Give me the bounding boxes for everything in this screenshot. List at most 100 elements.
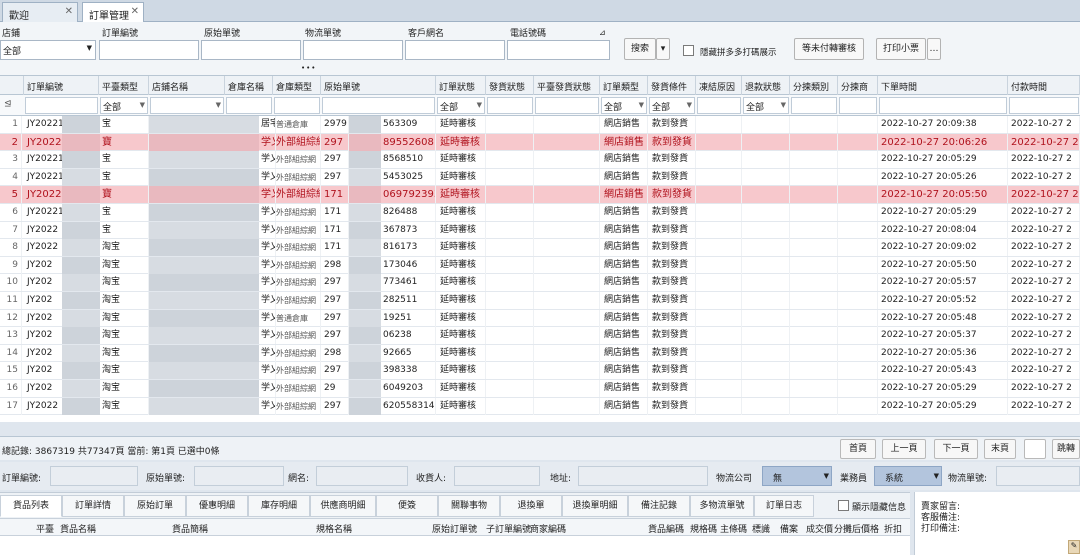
goods-column-header[interactable]: 折扣 [884, 522, 902, 535]
detail-tab[interactable]: 關聯事物 [438, 495, 500, 517]
goods-column-header[interactable]: 商家編碼 [530, 522, 566, 535]
filter-refund-status[interactable]: 全部 ▼ [743, 97, 789, 114]
goods-column-header[interactable]: 主條碼 [720, 522, 747, 535]
table-row[interactable]: 2JY20221寶学乂外部組綜網29789552608延時審核網店銷售款到發貨2… [0, 133, 1080, 152]
filter-warehouse-type[interactable] [274, 97, 320, 114]
detail-tab[interactable]: 便簽 [376, 495, 438, 517]
filter-sort-category[interactable] [791, 97, 837, 114]
table-row[interactable]: 6JY20221宝学乂外部組綜網171826488延時審核網店銷售款到發貨202… [0, 203, 1080, 222]
pending-audit-button[interactable]: 等未付轉審核 [794, 38, 864, 60]
goods-column-header[interactable]: 標識 [752, 522, 770, 535]
detail-tab[interactable]: 優惠明細 [186, 495, 248, 517]
col-refund-status[interactable]: 退款狀態 [742, 76, 790, 95]
order-no-input[interactable] [99, 40, 199, 60]
col-platform[interactable]: 平臺類型 [99, 76, 149, 95]
logistics-company-select[interactable]: 無 ▼ [762, 466, 832, 486]
origin-no-input[interactable] [201, 40, 301, 60]
detail-tab[interactable]: 退換單 [500, 495, 562, 517]
filter-origin-no[interactable] [322, 97, 435, 114]
goods-column-header[interactable]: 貨品簡稱 [172, 522, 208, 535]
goods-column-header[interactable]: 貨品名稱 [60, 522, 96, 535]
print-receipt-button[interactable]: 打印小票 [876, 38, 926, 60]
detail-tab[interactable]: 訂單詳情 [62, 495, 124, 517]
store-select[interactable]: 全部 ▼ [0, 40, 96, 60]
table-row[interactable]: 16JY202淘宝学乂外部組綜網296049203延時審核網店銷售款到發貨202… [0, 379, 1080, 398]
col-pay-time[interactable]: 付款時間 [1008, 76, 1080, 95]
more-button[interactable]: … [927, 38, 941, 60]
tab-order-management[interactable]: 訂單管理 ✕ [82, 2, 144, 22]
table-row[interactable]: 17JY2022淘宝学乂外部組綜網297620558314延時審核網店銷售款到發… [0, 397, 1080, 416]
table-row[interactable]: 1JY202210宝居宅普通倉庫2979563309延時審核網店銷售款到發貨20… [0, 116, 1080, 134]
detail-tab[interactable]: 供應商明細 [310, 495, 376, 517]
filter-order-time[interactable] [879, 97, 1007, 114]
goods-column-header[interactable]: 成交價 [806, 522, 833, 535]
detail-receiver-field[interactable] [454, 466, 540, 486]
table-row[interactable]: 10JY202淘宝学乂外部組綜網297773461延時審核網店銷售款到發貨202… [0, 274, 1080, 292]
filter-pay-time[interactable] [1009, 97, 1079, 114]
close-icon[interactable]: ✕ [65, 6, 73, 17]
first-page-button[interactable]: 首頁 [840, 439, 876, 459]
col-freeze-reason[interactable]: 凍結原因 [696, 76, 742, 95]
table-row[interactable]: 11JY202淘宝学乂外部組綜網297282511延時審核網店銷售款到發貨202… [0, 291, 1080, 310]
goods-column-header[interactable]: 規格名稱 [316, 522, 352, 535]
filter-sorter[interactable] [839, 97, 877, 114]
col-order-type[interactable]: 訂單類型 [600, 76, 648, 95]
filter-store[interactable]: ▼ [150, 97, 224, 114]
search-dropdown-button[interactable]: ▾ [656, 38, 670, 60]
show-remark-checkbox[interactable] [838, 500, 849, 511]
close-icon[interactable]: ✕ [131, 6, 139, 17]
table-row[interactable]: 5JY20221寶学乂外部組綜網171069792393延時審核網店銷售款到發貨… [0, 186, 1080, 204]
table-row[interactable]: 3JY20221宝学乂外部組綜網2978568510延時審核網店銷售款到發貨20… [0, 151, 1080, 169]
goto-page-button[interactable]: 跳轉 [1052, 439, 1080, 459]
filter-warehouse[interactable] [226, 97, 272, 114]
table-row[interactable]: 12JY202淘宝学乂普通倉庫29719251延時審核網店銷售款到發貨2022-… [0, 309, 1080, 328]
goods-column-header[interactable]: 分攤后價格 [834, 522, 879, 535]
goods-column-header[interactable]: 原始訂單號 [432, 522, 477, 535]
col-origin-no[interactable]: 原始單號 [321, 76, 436, 95]
detail-tab[interactable]: 多物流單號 [690, 495, 754, 517]
detail-logistics-no-field[interactable] [996, 466, 1080, 486]
filter-order-type[interactable]: 全部 ▼ [601, 97, 647, 114]
goods-column-header[interactable]: 子訂單編號 [486, 522, 531, 535]
table-row[interactable]: 14JY202淘宝学乂外部組綜網29892665延時審核網店銷售款到發貨2022… [0, 344, 1080, 363]
table-row[interactable]: 8JY2022淘宝学乂外部組綜網171816173延時審核網店銷售款到發貨202… [0, 239, 1080, 257]
col-order-time[interactable]: 下單時間 [878, 76, 1008, 95]
merge-checkbox[interactable] [683, 45, 694, 56]
customer-input[interactable] [405, 40, 505, 60]
goods-column-header[interactable]: 規格碼 [690, 522, 717, 535]
tab-welcome[interactable]: 歡迎 ✕ [2, 2, 78, 22]
col-sort-category[interactable]: 分揀類別 [790, 76, 838, 95]
table-row[interactable]: 7JY2022宝学乂外部組綜網171367873延時審核網店銷售款到發貨2022… [0, 221, 1080, 240]
filter-order-no[interactable] [25, 97, 98, 114]
col-warehouse[interactable]: 倉庫名稱 [225, 76, 273, 95]
page-number-input[interactable] [1024, 439, 1046, 459]
last-page-button[interactable]: 末頁 [984, 439, 1016, 459]
collapse-grip[interactable]: ••• [301, 64, 316, 72]
filter-platform-ship-status[interactable] [535, 97, 599, 114]
filter-freeze-reason[interactable] [697, 97, 741, 114]
col-store[interactable]: 店鋪名稱 [149, 76, 225, 95]
detail-tab[interactable]: 備注記錄 [628, 495, 690, 517]
table-row[interactable]: 4JY20221宝学乂外部組綜網2975453025延時審核網店銷售款到發貨20… [0, 168, 1080, 187]
filter-ship-status[interactable] [487, 97, 533, 114]
detail-tab[interactable]: 退換單明細 [562, 495, 628, 517]
clerk-select[interactable]: 系統 ▼ [874, 466, 942, 486]
goods-column-header[interactable]: 備案 [780, 522, 798, 535]
detail-tab[interactable]: 原始訂單 [124, 495, 186, 517]
detail-tab[interactable]: 貨品列表 [0, 495, 62, 517]
col-platform-ship-status[interactable]: 平臺發貨狀態 [534, 76, 600, 95]
logistics-no-input[interactable] [303, 40, 403, 60]
table-row[interactable]: 9JY202淘宝学乂外部組綜網298173046延時審核網店銷售款到發貨2022… [0, 256, 1080, 275]
detail-tab[interactable]: 訂單日志 [754, 495, 814, 517]
col-ship-condition[interactable]: 發貨條件 [648, 76, 696, 95]
col-ship-status[interactable]: 發貨狀態 [486, 76, 534, 95]
filter-ship-condition[interactable]: 全部 ▼ [649, 97, 695, 114]
phone-input[interactable] [507, 40, 610, 60]
detail-origin-no-field[interactable] [194, 466, 284, 486]
pin-icon[interactable]: ⊿ [599, 28, 606, 37]
edit-icon[interactable]: ✎ [1068, 540, 1080, 554]
search-button[interactable]: 搜索 [624, 38, 656, 60]
filter-platform[interactable]: 全部 ▼ [100, 97, 148, 114]
detail-tab[interactable]: 庫存明細 [248, 495, 310, 517]
filter-order-status[interactable]: 全部 ▼ [437, 97, 485, 114]
